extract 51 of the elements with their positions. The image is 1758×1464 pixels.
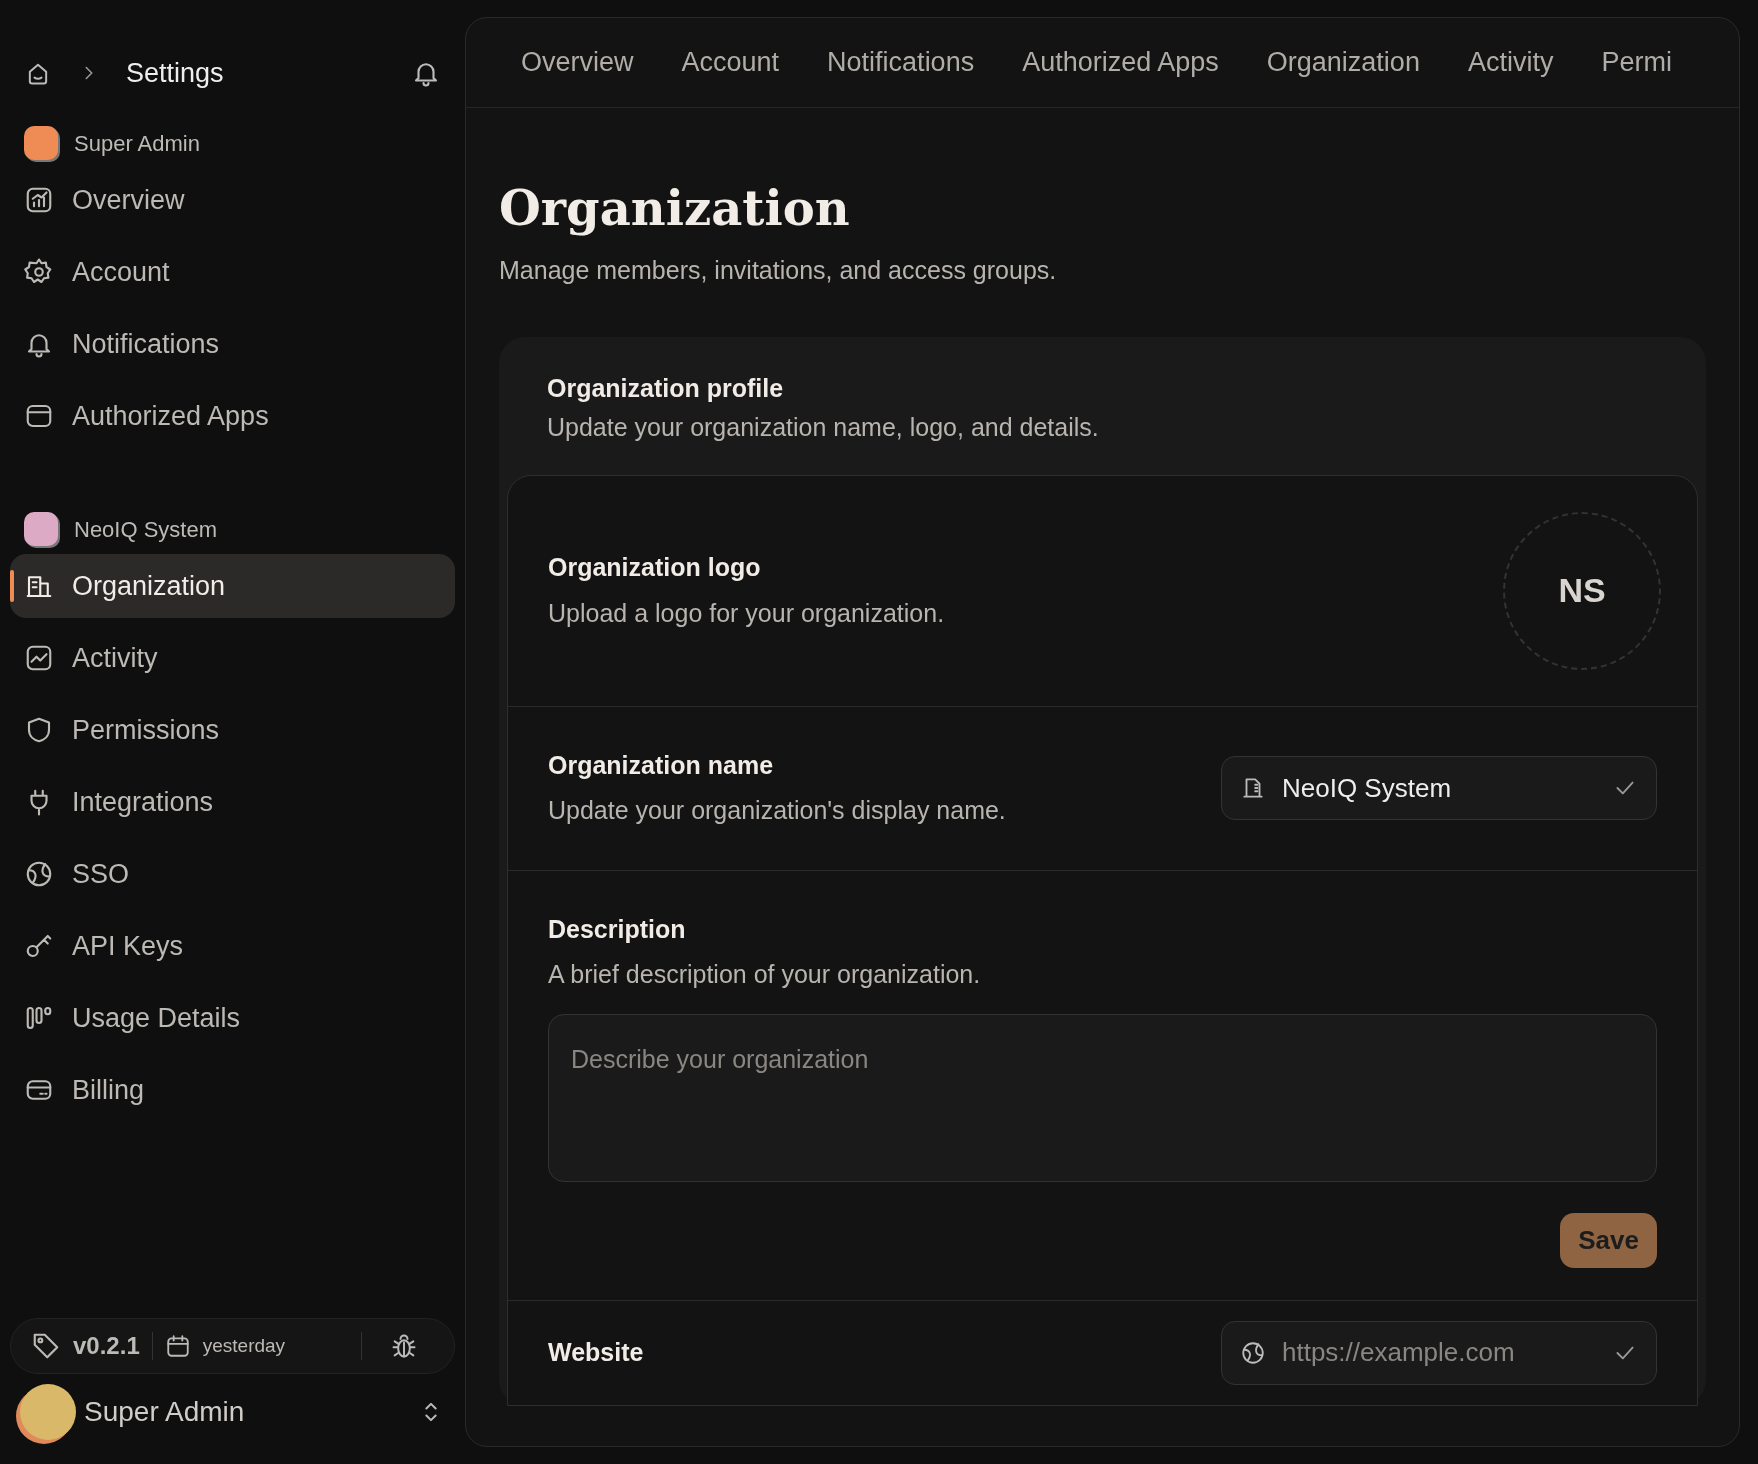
tab[interactable]: Authorized Apps bbox=[1022, 42, 1219, 83]
section-title: Organization profile bbox=[547, 373, 785, 404]
version-label: v0.2.1 bbox=[73, 1331, 140, 1361]
sidebar-item[interactable]: Permissions bbox=[10, 698, 455, 762]
tab[interactable]: Account bbox=[681, 42, 780, 83]
sidebar-item[interactable]: Billing bbox=[10, 1058, 455, 1122]
setting-description: Upload a logo for your organization. bbox=[548, 597, 946, 629]
sidebar-item[interactable]: Notifications bbox=[10, 312, 455, 376]
section-subtitle: Update your organization name, logo, and details. bbox=[547, 412, 1100, 444]
sidebar-item[interactable]: Overview bbox=[10, 168, 455, 232]
sidebar-item[interactable]: Organization bbox=[10, 554, 455, 618]
logo-upload[interactable]: NS bbox=[1503, 511, 1661, 670]
setting-title: Organization logo bbox=[548, 552, 762, 584]
page-heading: Organization bbox=[499, 180, 851, 238]
page-title: Settings bbox=[126, 56, 225, 90]
setting-description: Update your organization's display name. bbox=[548, 795, 1007, 827]
globe-icon bbox=[1240, 1339, 1266, 1366]
tab[interactable]: Overview bbox=[521, 42, 634, 83]
user-name: Super Admin bbox=[84, 1395, 246, 1429]
name-field[interactable]: NeoIQ System bbox=[1221, 756, 1657, 821]
setting-title: Organization name bbox=[548, 749, 775, 781]
tab[interactable]: Activity bbox=[1467, 42, 1554, 83]
activity-chart-icon bbox=[24, 643, 54, 673]
tag-icon bbox=[31, 1331, 61, 1361]
setting-title: Website bbox=[548, 1336, 645, 1368]
name-input[interactable]: NeoIQ System bbox=[1280, 767, 1598, 809]
sidebar-item[interactable]: Integrations bbox=[10, 770, 455, 834]
chart-icon bbox=[24, 185, 54, 215]
globe-icon bbox=[24, 859, 54, 889]
sidebar-item[interactable]: Usage Details bbox=[10, 986, 455, 1050]
sidebar-item[interactable]: Activity bbox=[10, 626, 455, 690]
description-field[interactable]: Describe your organization bbox=[548, 1013, 1657, 1182]
tab[interactable]: Organization bbox=[1266, 42, 1420, 83]
sidebar-item[interactable]: Account bbox=[10, 240, 455, 304]
website-field[interactable]: https://example.com bbox=[1221, 1320, 1657, 1385]
bug-icon bbox=[390, 1332, 418, 1360]
account-name: Super Admin bbox=[74, 129, 200, 158]
date-label: yesterday bbox=[202, 1333, 287, 1358]
sidebar-item[interactable]: Authorized Apps bbox=[10, 384, 455, 448]
calendar-icon bbox=[164, 1333, 191, 1359]
page-subtitle: Manage members, invitations, and access groups. bbox=[499, 254, 1058, 286]
bug-report-button[interactable] bbox=[390, 1332, 418, 1360]
setting-title: Description bbox=[548, 913, 687, 945]
avatar-icon bbox=[20, 1384, 76, 1440]
tab[interactable]: Notifications bbox=[827, 42, 975, 83]
website-input[interactable]: https://example.com bbox=[1280, 1332, 1598, 1374]
setting-description: A brief description of your organization. bbox=[548, 959, 982, 991]
sidebar-item[interactable]: API Keys bbox=[10, 914, 455, 978]
account-name: NeoIQ System bbox=[74, 515, 218, 544]
tab[interactable]: Permi bbox=[1601, 42, 1672, 83]
sidebar-item[interactable]: SSO bbox=[10, 842, 455, 906]
